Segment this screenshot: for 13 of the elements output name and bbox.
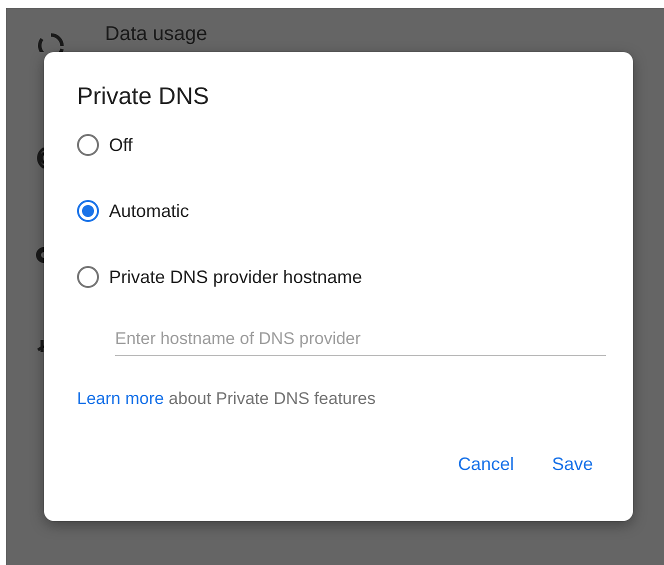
dialog-button[interactable]: Save <box>552 452 593 477</box>
radio-button[interactable] <box>77 266 99 288</box>
cycle-icon <box>37 32 65 52</box>
footer-text: Learn more about Private DNS features <box>77 389 376 409</box>
setting-title: Data usage <box>105 23 208 46</box>
learn-more-link[interactable]: Learn more <box>77 389 164 408</box>
radio-option[interactable]: Automatic <box>77 198 190 224</box>
radio-option[interactable]: Private DNS provider hostname <box>77 264 362 290</box>
dialog-button[interactable]: Cancel <box>458 452 514 477</box>
radio-option[interactable]: Off <box>77 132 133 158</box>
radio-button[interactable] <box>77 134 99 156</box>
dialog-title: Private DNS <box>77 82 210 112</box>
radio-button[interactable] <box>77 200 99 222</box>
